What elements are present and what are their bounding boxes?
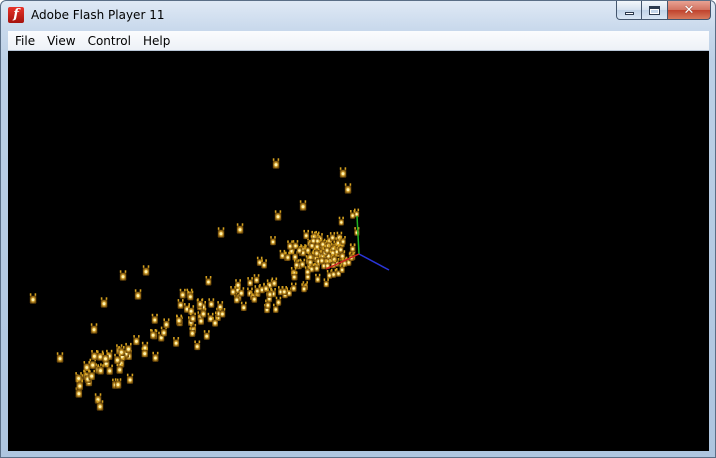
flash-player-window: f Adobe Flash Player 11 ✕ File View Cont… [0,0,716,458]
particle [106,364,113,375]
particle [271,277,278,287]
particle [270,236,276,246]
particle [247,277,253,287]
flash-player-icon[interactable]: f [8,7,24,23]
menu-view[interactable]: View [41,31,81,51]
menu-bar: File View Control Help [8,31,709,51]
particle-scene [29,158,390,411]
flash-stage[interactable] [8,51,709,451]
title-bar[interactable]: f Adobe Flash Player 11 ✕ [1,1,715,30]
particle [56,352,64,363]
particle [126,373,134,384]
particle [208,298,215,308]
particle [173,337,180,347]
particle [254,285,261,295]
particle [238,287,245,297]
close-icon: ✕ [683,2,695,18]
x-axis-line [358,253,390,271]
particle [91,350,98,361]
menu-help[interactable]: Help [137,31,176,51]
menu-control[interactable]: Control [82,31,137,51]
particle [177,299,184,309]
particle [163,318,170,329]
particle [235,279,241,289]
particle [338,216,344,226]
particle [285,251,291,261]
particle [303,229,309,240]
particle [203,330,210,340]
particle [323,278,329,288]
particle [197,298,204,308]
particle [350,243,356,253]
menu-file[interactable]: File [8,31,41,51]
particle [299,200,307,211]
particle [330,268,337,278]
particle [344,183,352,194]
particle [75,372,82,383]
particle [142,265,150,276]
particle [90,323,98,334]
particle [299,258,306,268]
particle [114,353,121,364]
particle [133,335,140,346]
particle [205,276,212,286]
particle [261,259,267,269]
particle [194,340,201,351]
particle [275,296,282,306]
particle [350,210,356,219]
particle [179,288,186,299]
window-title: Adobe Flash Player 11 [31,8,165,22]
particle [29,293,37,304]
particle [272,158,280,169]
particle [315,273,321,283]
particle [291,282,297,292]
particle [83,361,90,372]
maximize-button[interactable] [642,1,668,20]
particle [281,286,287,296]
particle [329,232,336,241]
particle [339,167,347,178]
particle [150,329,157,339]
particle [230,286,236,296]
particle [125,342,132,353]
particle [152,351,159,362]
minimize-button[interactable] [616,1,642,20]
particle [240,301,247,311]
caption-buttons: ✕ [616,1,711,21]
particle [253,274,260,284]
particle [267,288,273,298]
particle [119,270,127,281]
particle [151,313,158,324]
particle-cloud [29,158,360,411]
particle [340,236,346,245]
close-button[interactable]: ✕ [668,1,711,20]
minimize-icon [624,11,634,15]
particle [89,358,96,369]
particle [217,227,225,238]
particle [287,240,293,250]
y-axis-line [356,215,360,255]
particle [102,352,109,363]
particle [236,223,244,234]
particle [274,210,282,221]
particle [88,369,95,380]
particle [100,297,108,308]
maximize-icon [649,5,660,15]
particle [176,314,182,325]
particle [134,289,142,300]
